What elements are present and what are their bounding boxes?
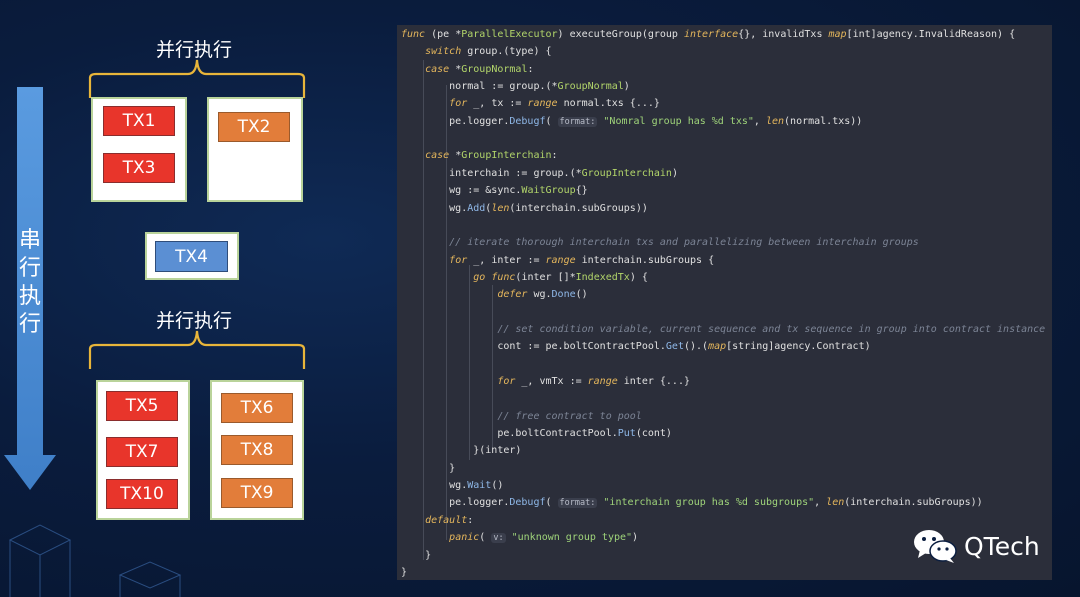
- code-line: interchain := group.(*GroupInterchain): [401, 167, 678, 179]
- tx5-block: TX5: [106, 391, 178, 421]
- serial-label-4: 行: [18, 312, 41, 337]
- code-line: for _, tx := range normal.txs {...}: [449, 98, 660, 110]
- code-line: cont := pe.boltContractPool.Get().(map[s…: [401, 341, 871, 353]
- code-line: }: [401, 566, 408, 578]
- tx4-block: TX4: [155, 241, 228, 272]
- code-line: pe.boltContractPool.Put(cont): [401, 428, 672, 440]
- code-line: case *GroupInterchain:: [425, 150, 558, 162]
- brace-top: [88, 59, 306, 98]
- code-line: for _, vmTx := range inter {...}: [497, 376, 690, 387]
- tx7-block: TX7: [106, 437, 178, 467]
- code-line: default:: [425, 514, 474, 526]
- code-line: wg.Add(len(interchain.subGroups)): [401, 202, 648, 214]
- tx6-block: TX6: [221, 393, 293, 423]
- code-line: // set condition variable, current seque…: [401, 323, 1046, 335]
- code-line: // free contract to pool: [401, 410, 642, 422]
- tx9-block: TX9: [221, 478, 293, 508]
- code-panel: func (pe *ParallelExecutor) executeGroup…: [397, 25, 1052, 580]
- code-line: case *GroupNormal:: [425, 63, 534, 75]
- code-line: pe.logger.Debugf( format: "Nomral group …: [401, 115, 863, 127]
- code-line: }(inter): [401, 445, 522, 457]
- code-line: normal := group.(*GroupNormal): [401, 81, 630, 93]
- serial-label-1: 串: [18, 228, 41, 253]
- qtech-logo: QTech: [912, 526, 1040, 566]
- code-line: go func(inter []*IndexedTx) {: [473, 271, 648, 283]
- code-line: pe.logger.Debugf( format: "interchain gr…: [401, 497, 983, 509]
- code-line: defer wg.Done(): [497, 289, 588, 301]
- wechat-icon: [914, 530, 957, 563]
- tx2-block: TX2: [218, 112, 290, 142]
- logo-text: QTech: [964, 531, 1040, 561]
- code-line: }: [401, 462, 456, 474]
- serial-label-2: 行: [18, 256, 41, 281]
- tx10-block: TX10: [106, 479, 178, 509]
- code-line: // iterate thorough interchain txs and p…: [401, 237, 919, 249]
- tx1-block: TX1: [103, 106, 175, 136]
- serial-label-3: 执: [18, 284, 41, 309]
- brace-bottom: [88, 330, 306, 369]
- code-line: wg := &sync.WaitGroup{}: [401, 185, 588, 197]
- code-line: wg.Wait(): [401, 480, 504, 492]
- code-line: switch group.(type) {: [425, 46, 552, 58]
- code-line: }: [401, 549, 432, 561]
- code-line: panic( v: "unknown group type"): [449, 532, 639, 544]
- code-line: func (pe *ParallelExecutor) executeGroup…: [401, 29, 1016, 40]
- tx8-block: TX8: [221, 435, 293, 465]
- tx3-block: TX3: [103, 153, 175, 183]
- code-line: for _, inter := range interchain.subGrou…: [449, 254, 715, 266]
